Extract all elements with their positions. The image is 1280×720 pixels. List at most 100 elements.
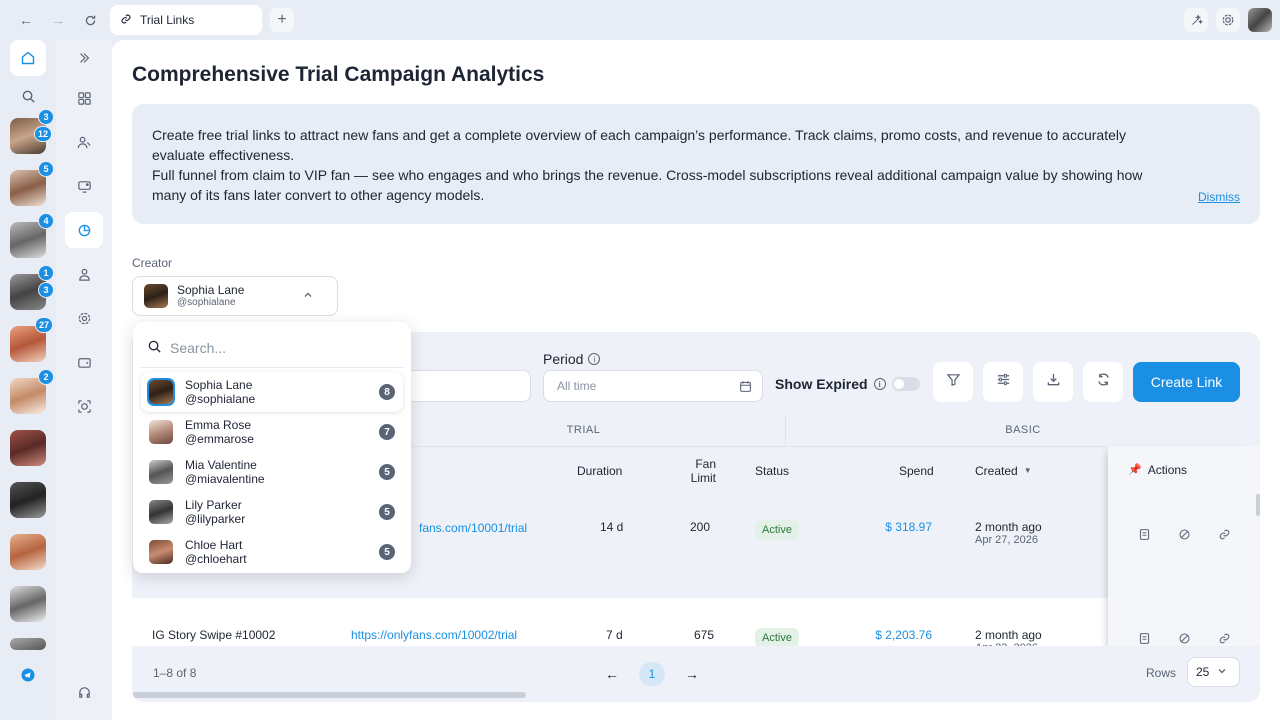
browser-tab[interactable]: Trial Links [110, 5, 262, 35]
target-icon[interactable] [65, 388, 103, 424]
settings-icon[interactable] [1216, 8, 1240, 32]
creator-select[interactable]: Sophia Lane @sophialane [132, 276, 338, 316]
creator-avatar [149, 460, 173, 484]
refresh-button[interactable] [1083, 362, 1123, 402]
model-avatar[interactable] [10, 638, 46, 650]
person-icon[interactable] [65, 256, 103, 292]
created-cell: 2 month ago [975, 628, 1042, 642]
col-actions: 📌 Actions [1128, 446, 1187, 494]
spend-cell[interactable]: $ 2,203.76 [862, 628, 932, 642]
trial-url[interactable]: https://onlyfans.com/10002/trial [351, 628, 517, 642]
filter-icon [946, 372, 961, 392]
create-link-button[interactable]: Create Link [1133, 362, 1240, 402]
period-input[interactable]: All time [543, 370, 763, 402]
tab-title: Trial Links [140, 13, 195, 27]
reload-icon[interactable] [80, 10, 100, 30]
horizontal-scrollbar[interactable] [132, 692, 526, 698]
notes-icon[interactable] [1134, 524, 1154, 544]
col-status[interactable]: Status [755, 447, 789, 495]
dismiss-link[interactable]: Dismiss [1198, 187, 1240, 207]
info-banner: Create free trial links to attract new f… [132, 104, 1260, 224]
chevron-down-icon [1217, 665, 1227, 679]
refresh-icon [1096, 372, 1111, 392]
dropdown-item-handle: @miavalentine [185, 472, 265, 486]
dropdown-item[interactable]: Lily Parker @lilyparker 5 [141, 492, 403, 532]
page-title: Comprehensive Trial Campaign Analytics [132, 63, 545, 86]
model-avatar[interactable] [10, 482, 46, 518]
back-icon[interactable]: ← [16, 10, 36, 30]
telegram-icon[interactable] [10, 657, 46, 693]
model-avatar[interactable] [10, 586, 46, 622]
links-search-input[interactable] [392, 370, 531, 402]
col-duration[interactable]: Duration [577, 447, 622, 495]
search-icon [147, 339, 162, 357]
rows-value: 25 [1196, 665, 1210, 679]
calendar-icon [739, 380, 752, 396]
vertical-scrollbar[interactable] [1256, 494, 1260, 516]
dropdown-item[interactable]: Chloe Hart @chloehart 5 [141, 532, 403, 572]
columns-button[interactable] [983, 362, 1023, 402]
campaign-name: IG Story Swipe #10002 [152, 628, 276, 642]
rows-per-page-select[interactable]: 25 [1187, 657, 1240, 687]
gear-icon[interactable] [65, 300, 103, 336]
created-cell: 2 month ago [975, 520, 1042, 534]
dropdown-item-handle: @sophialane [185, 392, 256, 406]
link-icon [120, 13, 132, 28]
chevron-up-icon [303, 290, 313, 303]
link-count-badge: 7 [379, 424, 395, 440]
next-page-icon[interactable]: → [680, 662, 704, 686]
dropdown-item[interactable]: Emma Rose @emmarose 7 [141, 412, 403, 452]
user-avatar[interactable] [1248, 8, 1272, 32]
prev-page-icon[interactable]: ← [600, 662, 624, 686]
col-created-label: Created [975, 464, 1018, 478]
trial-url[interactable]: fans.com/10001/trial [419, 521, 527, 535]
model-avatar[interactable] [10, 534, 46, 570]
dropdown-search[interactable]: Search... [141, 328, 403, 368]
block-icon[interactable] [1174, 524, 1194, 544]
section-nav [56, 40, 112, 720]
duration-cell: 7 d [606, 628, 623, 642]
notes-icon[interactable] [1134, 628, 1154, 648]
dropdown-item[interactable]: Sophia Lane @sophialane 8 [141, 372, 403, 412]
wallet-icon[interactable] [65, 344, 103, 380]
col-fan-limit[interactable]: Fan Limit [680, 447, 716, 495]
spend-cell[interactable]: $ 318.97 [872, 520, 932, 534]
copy-link-icon[interactable] [1214, 524, 1234, 544]
search-icon[interactable] [10, 78, 46, 114]
users-icon[interactable] [65, 124, 103, 160]
filter-button[interactable] [933, 362, 973, 402]
pin-icon[interactable]: 📌 [1128, 463, 1142, 477]
creator-avatar [149, 500, 173, 524]
download-button[interactable] [1033, 362, 1073, 402]
sliders-icon [996, 372, 1011, 392]
period-label: Period i [543, 351, 601, 367]
headset-icon[interactable] [65, 674, 103, 710]
creator-label: Creator [132, 256, 173, 270]
home-icon[interactable] [10, 40, 46, 76]
notification-badge: 1 [38, 265, 54, 281]
link-count-badge: 5 [379, 504, 395, 520]
forward-icon[interactable]: → [48, 10, 68, 30]
dropdown-item-name: Sophia Lane [185, 378, 253, 392]
current-page[interactable]: 1 [639, 662, 665, 686]
sparkle-icon[interactable] [1184, 8, 1208, 32]
col-spend[interactable]: Spend [899, 447, 934, 495]
show-expired-toggle[interactable] [892, 377, 920, 391]
download-icon [1046, 372, 1061, 392]
info-icon[interactable]: i [873, 378, 886, 390]
dropdown-item-handle: @emmarose [185, 432, 254, 446]
info-icon[interactable]: i [588, 353, 601, 365]
dropdown-item[interactable]: Mia Valentine @miavalentine 5 [141, 452, 403, 492]
link-count-badge: 5 [379, 544, 395, 560]
model-avatar[interactable] [10, 430, 46, 466]
expand-icon[interactable] [65, 40, 103, 76]
analytics-icon[interactable] [65, 212, 103, 248]
dashboard-icon[interactable] [65, 80, 103, 116]
copy-link-icon[interactable] [1214, 628, 1234, 648]
new-tab-button[interactable]: + [270, 8, 294, 32]
monitor-icon[interactable] [65, 168, 103, 204]
info-text: Create free trial links to attract new f… [152, 127, 1126, 163]
link-count-badge: 5 [379, 464, 395, 480]
block-icon[interactable] [1174, 628, 1194, 648]
col-created[interactable]: Created ▼ [975, 447, 1032, 495]
